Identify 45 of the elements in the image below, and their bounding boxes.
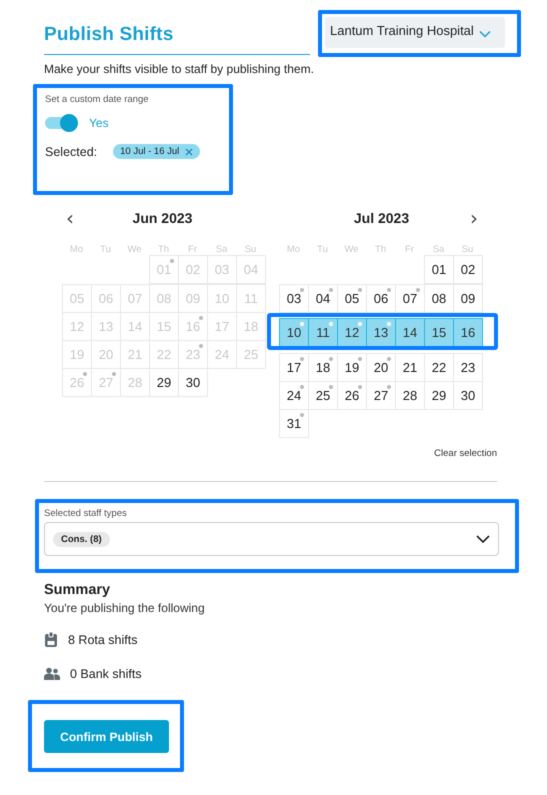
staff-types-select[interactable]: Cons. (8): [44, 522, 499, 556]
month-title: Jun 2023: [132, 210, 192, 226]
calendar-day[interactable]: 23: [453, 353, 483, 382]
calendar-day[interactable]: 02: [453, 255, 483, 284]
selected-label: Selected:: [45, 144, 98, 158]
calendar-day[interactable]: 30: [178, 368, 208, 397]
calendar-day[interactable]: 03: [279, 284, 309, 313]
calendar-day[interactable]: 12: [337, 318, 367, 347]
calendar-day[interactable]: 11: [308, 318, 338, 347]
summary-item-text: 8 Rota shifts: [68, 633, 138, 647]
next-month-button[interactable]: ›: [470, 208, 478, 228]
calendar-day[interactable]: 17: [279, 353, 309, 382]
calendar-day[interactable]: 10: [279, 318, 309, 347]
calendar-day[interactable]: 15: [424, 318, 454, 347]
toggle-switch[interactable]: [45, 117, 77, 129]
summary-item-text: 0 Bank shifts: [70, 667, 142, 681]
chevron-down-icon: [478, 30, 491, 38]
calendar-day[interactable]: 31: [279, 409, 309, 438]
people-icon: [44, 667, 60, 681]
page-subtitle: Make your shifts visible to staff by publishing them.: [44, 62, 315, 76]
calendar-day[interactable]: 30: [453, 381, 483, 410]
close-icon[interactable]: [185, 148, 194, 156]
date-range-label: Set a custom date range: [45, 94, 150, 105]
chip-text: 10 Jul - 16 Jul: [120, 146, 180, 157]
previous-month-button[interactable]: ‹: [66, 208, 74, 228]
summary-title: Summary: [44, 582, 112, 598]
staff-type-chip: Cons. (8): [53, 532, 110, 546]
toggle-label: Yes: [89, 116, 109, 130]
summary-subtitle: You're publishing the following: [44, 601, 206, 615]
calendar-day[interactable]: 09: [453, 284, 483, 313]
calendar-day[interactable]: 06: [366, 284, 396, 313]
hospital-dropdown[interactable]: Lantum Training Hospital: [325, 17, 505, 48]
calendar-day[interactable]: 04: [308, 284, 338, 313]
calendar-day[interactable]: 16: [453, 318, 483, 347]
calendar-day[interactable]: 01: [424, 255, 454, 284]
calendar-day[interactable]: 13: [366, 318, 396, 347]
calendar-day[interactable]: 08: [424, 284, 454, 313]
calendar-day[interactable]: 14: [395, 318, 425, 347]
chevron-down-icon: [476, 535, 490, 543]
month-title: Jul 2023: [354, 210, 410, 226]
page-title: Publish Shifts: [44, 24, 174, 46]
calendar-day[interactable]: 05: [337, 284, 367, 313]
staff-types-label: Selected staff types: [44, 508, 128, 519]
calendar-day[interactable]: 07: [395, 284, 425, 313]
clear-selection-link[interactable]: Clear selection: [434, 448, 497, 459]
